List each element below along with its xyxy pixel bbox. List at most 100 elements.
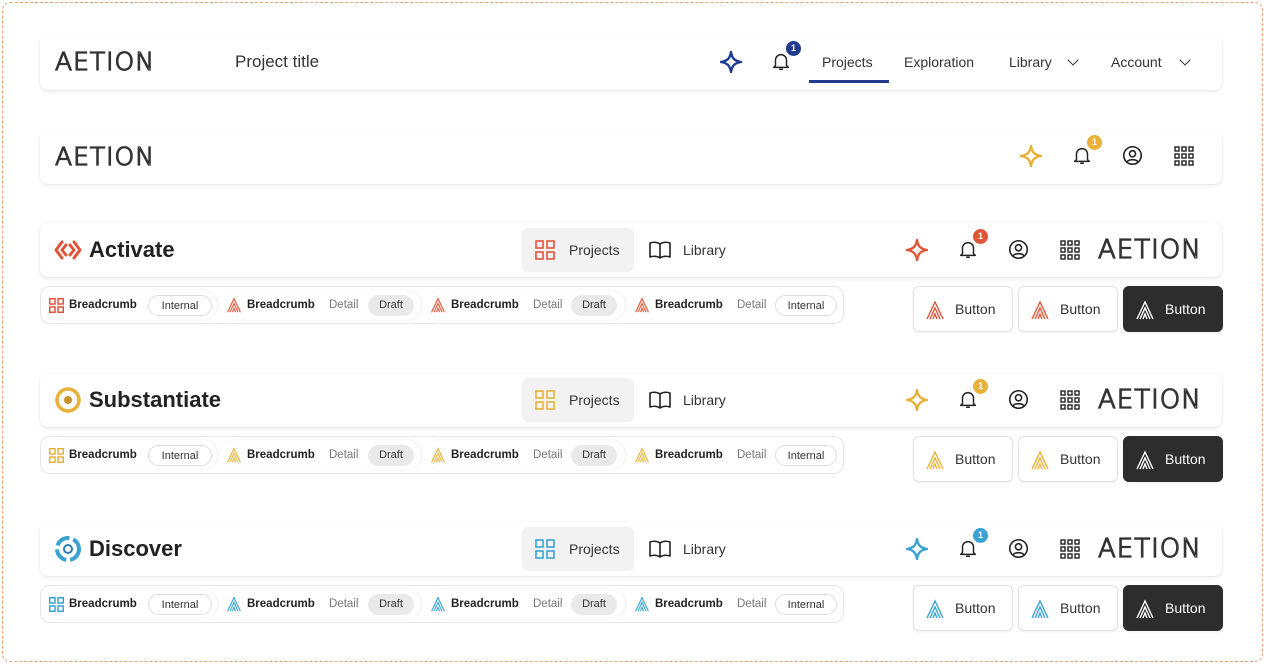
grid-icon xyxy=(535,539,555,559)
outline-button[interactable]: Button xyxy=(913,436,1013,482)
product-header-discover: Discover Projects Library 1 AETION xyxy=(40,522,1222,576)
secondary-button[interactable]: Button xyxy=(1018,436,1118,482)
product-name: Substantiate xyxy=(89,387,222,412)
header-bar-minimal: AETION 1 xyxy=(40,130,1222,184)
nav-projects[interactable]: Projects xyxy=(822,54,873,70)
button-label: Button xyxy=(1165,600,1206,616)
chevron-down-icon[interactable] xyxy=(1067,54,1079,66)
status-badge: Draft xyxy=(571,445,617,466)
tab-library[interactable]: Library xyxy=(636,527,746,571)
button-label: Button xyxy=(1060,301,1101,317)
tab-projects[interactable]: Projects xyxy=(522,527,634,571)
breadcrumb-item[interactable]: Breadcrumb Detail Draft xyxy=(425,290,625,320)
notification-badge: 1 xyxy=(973,379,988,394)
sparkle-icon[interactable] xyxy=(906,389,928,411)
breadcrumb-label: Breadcrumb xyxy=(247,449,315,461)
secondary-button[interactable]: Button xyxy=(1018,286,1118,332)
aetion-a-icon xyxy=(431,447,445,463)
breadcrumb-detail: Detail xyxy=(737,449,767,461)
status-badge: Internal xyxy=(775,594,837,615)
aetion-a-icon xyxy=(926,450,944,470)
breadcrumb-item[interactable]: Breadcrumb Detail Internal xyxy=(629,290,841,320)
aetion-a-icon xyxy=(431,596,445,612)
tab-label: Library xyxy=(683,541,726,557)
aetion-a-icon xyxy=(926,599,944,619)
nav-library[interactable]: Library xyxy=(1009,54,1052,70)
aetion-logo[interactable]: AETION xyxy=(54,141,155,171)
apps-grid-icon[interactable] xyxy=(1060,240,1080,260)
outline-button[interactable]: Button xyxy=(913,585,1013,631)
grid-icon xyxy=(535,390,555,410)
apps-grid-icon[interactable] xyxy=(1060,539,1080,559)
tab-label: Library xyxy=(683,392,726,408)
sparkle-icon[interactable] xyxy=(1020,145,1042,167)
tab-projects[interactable]: Projects xyxy=(522,378,634,422)
tab-library[interactable]: Library xyxy=(636,228,746,272)
tab-label: Projects xyxy=(569,541,620,557)
breadcrumb-item[interactable]: Breadcrumb Internal xyxy=(43,589,217,619)
aetion-a-icon xyxy=(1136,450,1154,470)
breadcrumb-label: Breadcrumb xyxy=(451,449,519,461)
user-circle-icon[interactable] xyxy=(1008,538,1029,559)
product-name: Activate xyxy=(89,237,175,262)
book-icon xyxy=(649,391,671,409)
breadcrumb-label: Breadcrumb xyxy=(247,598,315,610)
breadcrumb-item[interactable]: Breadcrumb Detail Draft xyxy=(425,589,625,619)
breadcrumb-item[interactable]: Breadcrumb Internal xyxy=(43,440,217,470)
breadcrumb-item[interactable]: Breadcrumb Detail Internal xyxy=(629,589,841,619)
breadcrumb-detail: Detail xyxy=(329,299,359,311)
breadcrumb-label: Breadcrumb xyxy=(247,299,315,311)
tab-label: Library xyxy=(683,242,726,258)
aetion-a-icon xyxy=(1031,300,1049,320)
user-circle-icon[interactable] xyxy=(1008,239,1029,260)
apps-grid-icon[interactable] xyxy=(1060,390,1080,410)
breadcrumb-detail: Detail xyxy=(533,449,563,461)
aetion-logo[interactable]: AETION xyxy=(54,46,155,76)
sparkle-icon[interactable] xyxy=(906,239,928,261)
breadcrumb-item[interactable]: Breadcrumb Detail Draft xyxy=(221,440,421,470)
sparkle-icon[interactable] xyxy=(906,538,928,560)
sparkle-icon[interactable] xyxy=(720,51,742,73)
breadcrumb-item[interactable]: Breadcrumb Internal xyxy=(43,290,217,320)
aetion-a-icon xyxy=(1031,450,1049,470)
breadcrumb: Breadcrumb Internal Breadcrumb Detail Dr… xyxy=(40,286,844,324)
aetion-a-icon xyxy=(635,447,649,463)
aetion-a-icon xyxy=(926,300,944,320)
breadcrumb-item[interactable]: Breadcrumb Detail Internal xyxy=(629,440,841,470)
status-badge: Internal xyxy=(148,295,212,316)
aetion-a-icon xyxy=(635,596,649,612)
nav-account[interactable]: Account xyxy=(1111,54,1162,70)
primary-button[interactable]: Button xyxy=(1123,436,1223,482)
project-title: Project title xyxy=(235,52,320,71)
discover-logo-icon xyxy=(55,536,81,562)
breadcrumb-label: Breadcrumb xyxy=(451,598,519,610)
status-badge: Internal xyxy=(775,445,837,466)
user-circle-icon[interactable] xyxy=(1122,145,1143,166)
tab-projects[interactable]: Projects xyxy=(522,228,634,272)
aetion-logo[interactable]: AETION xyxy=(1097,384,1202,415)
aetion-logo[interactable]: AETION xyxy=(1097,234,1202,265)
nav-exploration[interactable]: Exploration xyxy=(904,54,974,70)
breadcrumb-item[interactable]: Breadcrumb Detail Draft xyxy=(221,589,421,619)
aetion-a-icon xyxy=(227,447,241,463)
header-bar-primary: AETION Project title 1 Projects Explorat… xyxy=(40,34,1222,90)
notification-badge: 1 xyxy=(1087,135,1102,150)
breadcrumb-item[interactable]: Breadcrumb Detail Draft xyxy=(425,440,625,470)
primary-button[interactable]: Button xyxy=(1123,585,1223,631)
aetion-a-icon xyxy=(1031,599,1049,619)
apps-grid-icon[interactable] xyxy=(1174,146,1194,166)
grid-icon xyxy=(49,597,64,612)
aetion-logo[interactable]: AETION xyxy=(1097,533,1202,564)
breadcrumb-item[interactable]: Breadcrumb Detail Draft xyxy=(221,290,421,320)
secondary-button[interactable]: Button xyxy=(1018,585,1118,631)
breadcrumb-label: Breadcrumb xyxy=(655,449,723,461)
chevron-down-icon[interactable] xyxy=(1179,54,1191,66)
outline-button[interactable]: Button xyxy=(913,286,1013,332)
product-name: Discover xyxy=(89,536,182,561)
active-tab-indicator xyxy=(809,80,889,83)
status-badge: Internal xyxy=(775,295,837,316)
primary-button[interactable]: Button xyxy=(1123,286,1223,332)
user-circle-icon[interactable] xyxy=(1008,389,1029,410)
tab-library[interactable]: Library xyxy=(636,378,746,422)
breadcrumb-label: Breadcrumb xyxy=(655,299,723,311)
